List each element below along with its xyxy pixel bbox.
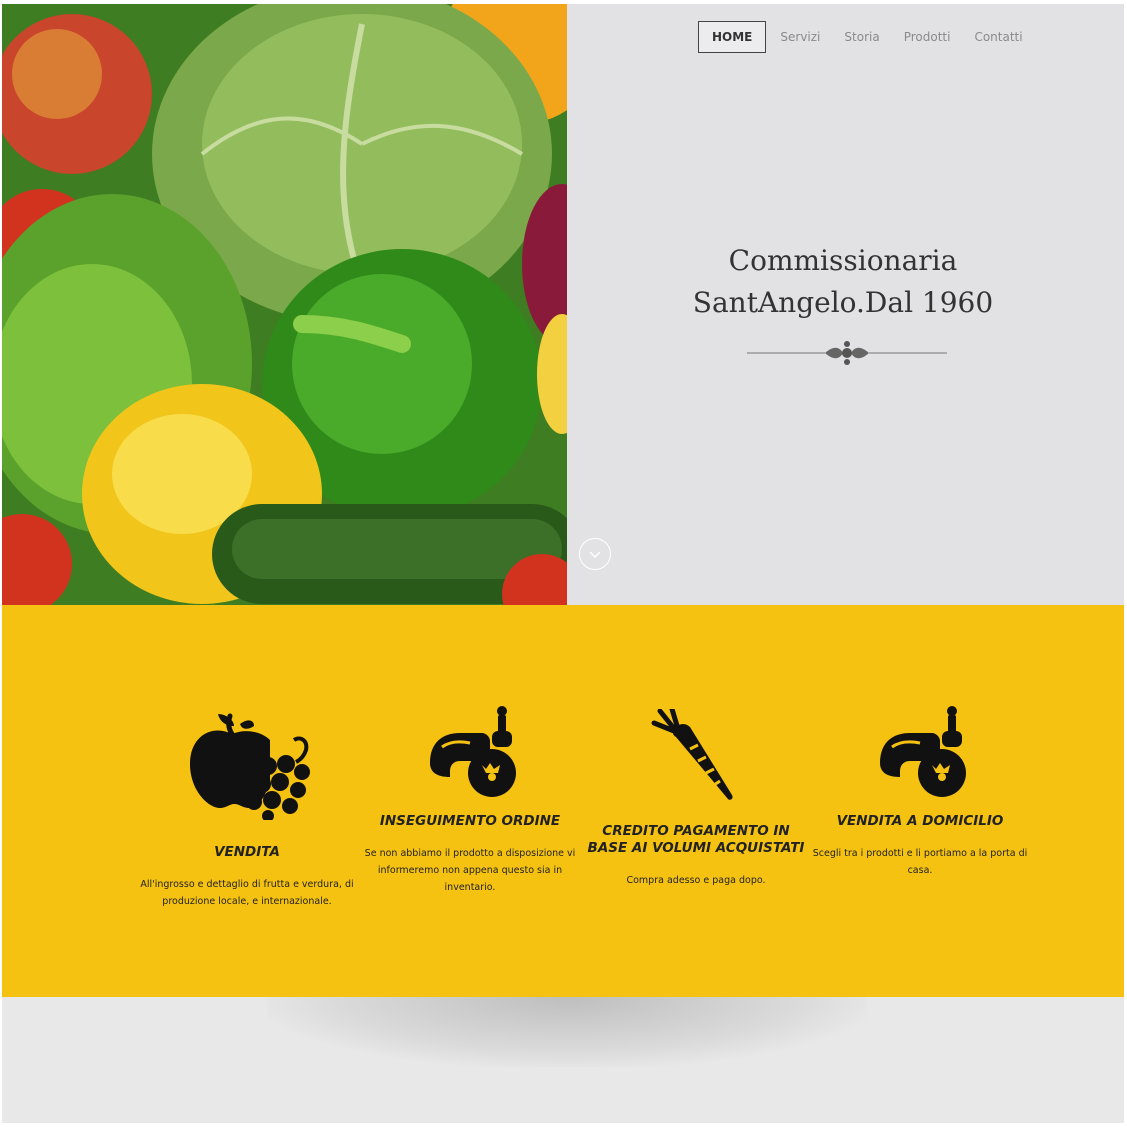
features-section: VENDITA All'ingrosso e dettaglio di frut… (2, 605, 1124, 997)
feature-inseguimento: INSEGUIMENTO ORDINE Se non abbiamo il pr… (360, 703, 580, 896)
feature-title: CREDITO PAGAMENTO IN BASE AI VOLUMI ACQU… (587, 823, 805, 856)
drop-shadow (267, 997, 867, 1067)
chevron-down-icon (589, 551, 601, 559)
scroll-down-button[interactable] (579, 538, 611, 570)
hero-title-line1: Commissionaria (728, 244, 958, 277)
feature-text: All'ingrosso e dettaglio di frutta e ver… (140, 879, 354, 907)
feature-title: VENDITA (214, 844, 280, 860)
fruit-icon (190, 713, 310, 820)
ornament-divider (747, 341, 947, 365)
hero-title-line2: SantAngelo.Dal 1960 (692, 286, 994, 319)
feature-domicilio: VENDITA A DOMICILIO Scegli tra i prodott… (810, 703, 1030, 879)
nav-prodotti[interactable]: Prodotti (904, 30, 951, 44)
bottom-section (2, 997, 1124, 1123)
vegetables-icon (430, 706, 516, 797)
nav-storia[interactable]: Storia (844, 30, 879, 44)
hero-title: Commissionaria SantAngelo.Dal 1960 (683, 240, 1003, 324)
carrot-icon (651, 709, 733, 800)
feature-vendita: VENDITA All'ingrosso e dettaglio di frut… (137, 710, 357, 910)
feature-title: VENDITA A DOMICILIO (836, 813, 1004, 829)
page-frame: HOME Servizi Storia Prodotti Contatti Co… (2, 4, 1124, 1123)
nav-servizi[interactable]: Servizi (780, 30, 820, 44)
main-nav: HOME Servizi Storia Prodotti Contatti (698, 21, 1047, 53)
vegetables-icon (880, 706, 966, 797)
feature-text: Compra adesso e paga dopo. (626, 875, 766, 886)
nav-home[interactable]: HOME (698, 21, 767, 53)
feature-text: Se non abbiamo il prodotto a disposizion… (364, 848, 576, 893)
nav-contatti[interactable]: Contatti (974, 30, 1022, 44)
feature-text: Scegli tra i prodotti e li portiamo a la… (812, 848, 1028, 876)
feature-title: INSEGUIMENTO ORDINE (379, 813, 561, 829)
vegetables-photo (2, 4, 567, 605)
hero-panel: HOME Servizi Storia Prodotti Contatti Co… (567, 4, 1124, 605)
feature-credito: CREDITO PAGAMENTO IN BASE AI VOLUMI ACQU… (586, 709, 806, 889)
